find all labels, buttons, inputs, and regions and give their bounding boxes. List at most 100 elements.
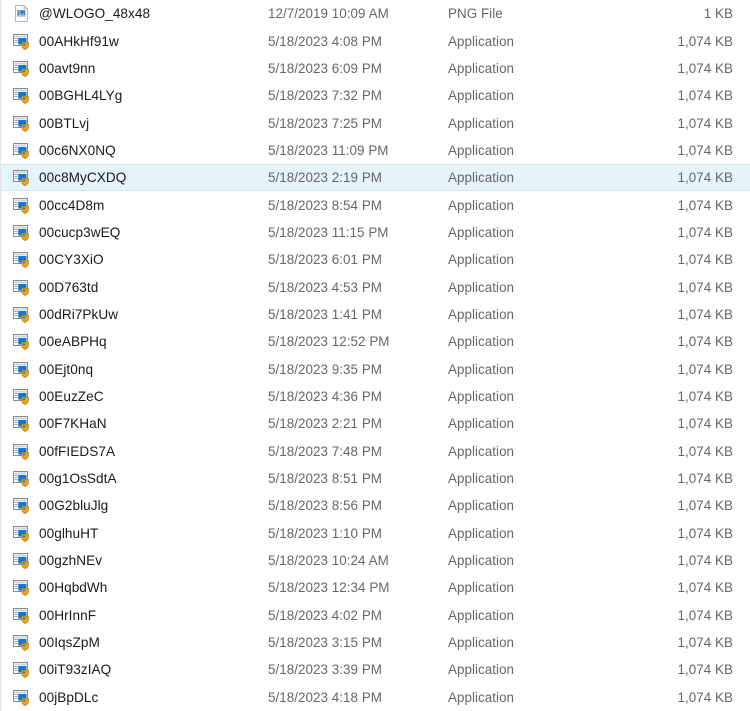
file-name-cell[interactable]: 00g1OsSdtA: [0, 470, 268, 487]
file-name-cell[interactable]: 00G2bluJlg: [0, 497, 268, 515]
application-exe-icon: [13, 689, 30, 706]
table-row[interactable]: 00BGHL4LYg 5/18/2023 7:32 PM Application…: [0, 82, 750, 109]
file-size-cell: 1,074 KB: [677, 306, 733, 322]
file-name-cell[interactable]: 00glhuHT: [0, 525, 268, 542]
table-row[interactable]: 00cucp3wEQ 5/18/2023 11:15 PM Applicatio…: [0, 219, 750, 246]
application-exe-icon: [13, 361, 30, 378]
table-row[interactable]: 00CY3XiO 5/18/2023 6:01 PM Application 1…: [0, 246, 750, 273]
file-name-cell[interactable]: 00c8MyCXDQ: [0, 169, 268, 187]
table-row[interactable]: 00iT93zIAQ 5/18/2023 3:39 PM Application…: [0, 656, 750, 683]
file-type-cell: Application: [448, 662, 515, 678]
file-type-cell: Application: [448, 525, 515, 541]
file-type-cell: Application: [448, 388, 515, 404]
file-name-cell[interactable]: 00CY3XiO: [0, 251, 268, 269]
file-name-label: 00iT93zIAQ: [39, 662, 112, 678]
table-row[interactable]: 00gzhNEv 5/18/2023 10:24 AM Application …: [0, 547, 750, 574]
file-size-cell: 1,074 KB: [677, 142, 733, 158]
file-name-cell[interactable]: 00Ejt0nq: [0, 361, 268, 378]
table-row[interactable]: 00dRi7PkUw 5/18/2023 1:41 PM Application…: [0, 301, 750, 328]
table-row[interactable]: 00c8MyCXDQ 5/18/2023 2:19 PM Application…: [0, 164, 750, 192]
file-name-label: 00g1OsSdtA: [39, 471, 117, 487]
file-type-cell: Application: [448, 416, 515, 432]
table-row[interactable]: 00g1OsSdtA 5/18/2023 8:51 PM Application…: [0, 465, 750, 492]
application-exe-icon: [13, 388, 30, 405]
file-size-cell: 1,074 KB: [677, 224, 733, 240]
file-name-cell[interactable]: 00AHkHf91w: [0, 33, 268, 50]
file-type-cell: Application: [448, 498, 515, 514]
date-modified-cell: 5/18/2023 7:25 PM: [268, 115, 383, 131]
date-modified-cell: 5/18/2023 12:34 PM: [268, 580, 390, 596]
file-type-cell: Application: [448, 607, 515, 623]
date-modified-cell: 5/18/2023 9:35 PM: [268, 361, 383, 377]
table-row[interactable]: 00eABPHq 5/18/2023 12:52 PM Application …: [0, 328, 750, 355]
file-name-label: 00avt9nn: [39, 60, 96, 76]
application-exe-icon: [13, 251, 30, 269]
file-name-cell[interactable]: 00dRi7PkUw: [0, 306, 268, 323]
file-name-label: 00F7KHaN: [39, 416, 107, 432]
table-row[interactable]: 00HqbdWh 5/18/2023 12:34 PM Application …: [0, 574, 750, 601]
date-modified-cell: 5/18/2023 4:08 PM: [268, 33, 383, 49]
application-exe-icon: [13, 579, 30, 597]
file-name-label: 00BTLvj: [39, 115, 90, 131]
table-row[interactable]: 00fFIEDS7A 5/18/2023 7:48 PM Application…: [0, 438, 750, 465]
table-row[interactable]: 00avt9nn 5/18/2023 6:09 PM Application 1…: [0, 55, 750, 82]
date-modified-cell: 5/18/2023 12:52 PM: [268, 334, 390, 350]
date-modified-cell: 5/18/2023 10:24 AM: [268, 553, 389, 569]
table-row[interactable]: 00glhuHT 5/18/2023 1:10 PM Application 1…: [0, 520, 750, 547]
file-name-cell[interactable]: @WLOGO_48x48: [0, 5, 268, 23]
application-exe-icon: [13, 60, 30, 77]
file-name-cell[interactable]: 00cucp3wEQ: [0, 224, 268, 241]
file-name-label: 00HrInnF: [39, 607, 97, 623]
file-size-cell: 1,074 KB: [677, 580, 733, 596]
date-modified-cell: 5/18/2023 6:01 PM: [268, 252, 383, 268]
table-row[interactable]: 00EuzZeC 5/18/2023 4:36 PM Application 1…: [0, 383, 750, 410]
file-type-cell: Application: [448, 635, 515, 651]
file-name-cell[interactable]: 00jBpDLc: [0, 689, 268, 706]
file-type-cell: Application: [448, 197, 515, 213]
table-row[interactable]: 00G2bluJlg 5/18/2023 8:56 PM Application…: [0, 492, 750, 519]
file-size-cell: 1,074 KB: [677, 525, 733, 541]
date-modified-cell: 5/18/2023 3:39 PM: [268, 662, 383, 678]
pane-divider: [0, 0, 1, 711]
table-row[interactable]: 00HrInnF 5/18/2023 4:02 PM Application 1…: [0, 602, 750, 629]
table-row[interactable]: 00IqsZpM 5/18/2023 3:15 PM Application 1…: [0, 629, 750, 656]
file-name-cell[interactable]: 00HqbdWh: [0, 579, 268, 597]
file-type-cell: Application: [448, 306, 515, 322]
table-row[interactable]: 00AHkHf91w 5/18/2023 4:08 PM Application…: [0, 27, 750, 54]
file-name-cell[interactable]: 00IqsZpM: [0, 634, 268, 651]
file-name-cell[interactable]: 00F7KHaN: [0, 415, 268, 433]
file-name-cell[interactable]: 00gzhNEv: [0, 552, 268, 569]
file-name-cell[interactable]: 00cc4D8m: [0, 197, 268, 214]
file-size-cell: 1,074 KB: [677, 279, 733, 295]
file-name-cell[interactable]: 00avt9nn: [0, 60, 268, 77]
file-name-cell[interactable]: 00c6NX0NQ: [0, 142, 268, 159]
file-name-cell[interactable]: 00eABPHq: [0, 333, 268, 351]
file-name-label: 00HqbdWh: [39, 580, 108, 596]
table-row[interactable]: 00F7KHaN 5/18/2023 2:21 PM Application 1…: [0, 410, 750, 437]
application-exe-icon: [13, 224, 30, 241]
date-modified-cell: 5/18/2023 11:15 PM: [268, 224, 389, 240]
file-name-label: 00EuzZeC: [39, 388, 104, 404]
file-name-cell[interactable]: 00BTLvj: [0, 115, 268, 132]
file-size-cell: 1,074 KB: [677, 33, 733, 49]
file-name-label: 00dRi7PkUw: [39, 306, 119, 322]
application-exe-icon: [13, 607, 30, 624]
file-name-cell[interactable]: 00iT93zIAQ: [0, 661, 268, 679]
table-row[interactable]: 00D763td 5/18/2023 4:53 PM Application 1…: [0, 273, 750, 300]
file-name-cell[interactable]: 00fFIEDS7A: [0, 443, 268, 460]
file-name-cell[interactable]: 00BGHL4LYg: [0, 87, 268, 105]
table-row[interactable]: 00jBpDLc 5/18/2023 4:18 PM Application 1…: [0, 684, 750, 711]
table-row[interactable]: 00Ejt0nq 5/18/2023 9:35 PM Application 1…: [0, 355, 750, 382]
date-modified-cell: 5/18/2023 7:32 PM: [268, 88, 383, 104]
file-list-view[interactable]: @WLOGO_48x48 12/7/2019 10:09 AM PNG File…: [0, 0, 750, 711]
table-row[interactable]: 00BTLvj 5/18/2023 7:25 PM Application 1,…: [0, 109, 750, 136]
file-name-cell[interactable]: 00EuzZeC: [0, 388, 268, 405]
table-row[interactable]: 00c6NX0NQ 5/18/2023 11:09 PM Application…: [0, 137, 750, 164]
table-row[interactable]: @WLOGO_48x48 12/7/2019 10:09 AM PNG File…: [0, 0, 750, 27]
file-name-label: 00gzhNEv: [39, 553, 103, 569]
file-name-cell[interactable]: 00D763td: [0, 279, 268, 296]
file-name-cell[interactable]: 00HrInnF: [0, 607, 268, 624]
file-name-label: @WLOGO_48x48: [39, 6, 151, 22]
table-row[interactable]: 00cc4D8m 5/18/2023 8:54 PM Application 1…: [0, 191, 750, 218]
date-modified-cell: 5/18/2023 8:51 PM: [268, 471, 383, 487]
